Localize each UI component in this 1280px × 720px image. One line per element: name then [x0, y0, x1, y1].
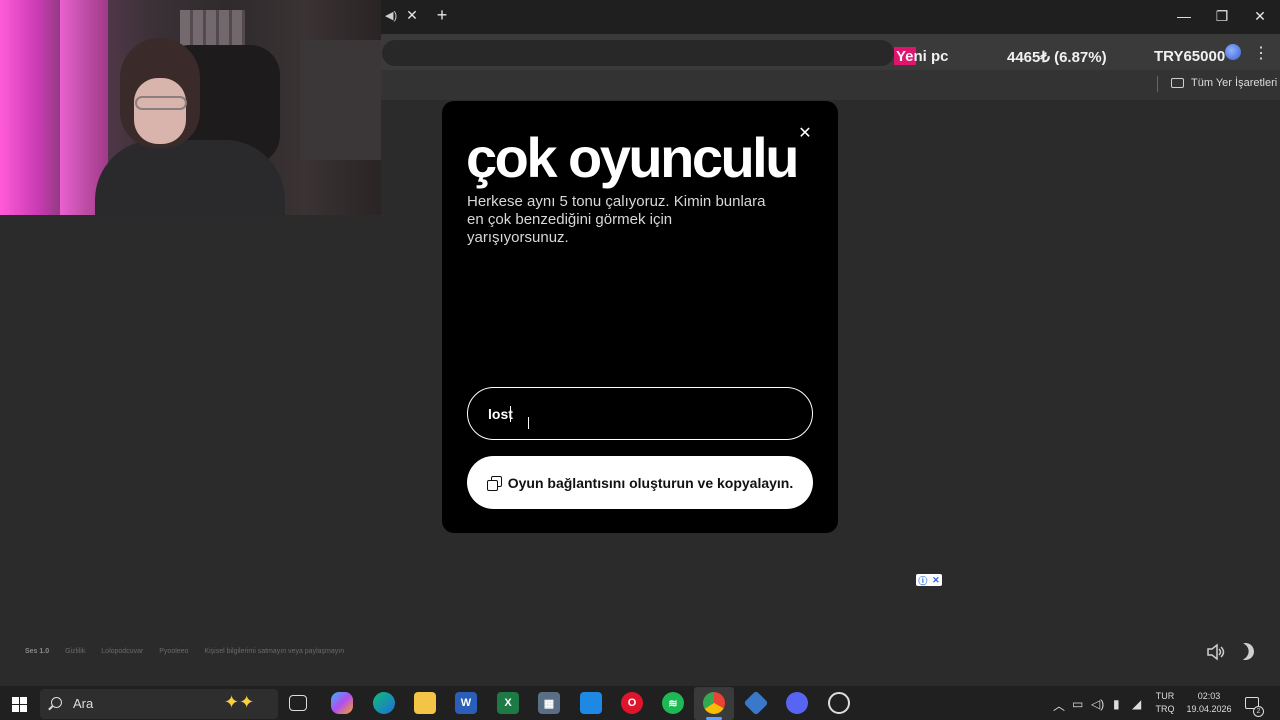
- create-button-label: Oyun bağlantısını oluşturun ve kopyalayı…: [507, 474, 794, 491]
- webcam-feed: [0, 0, 381, 215]
- battery-icon[interactable]: ▭: [1072, 697, 1083, 711]
- dark-mode-moon-icon[interactable]: [1235, 641, 1257, 663]
- webcam-person-body: [95, 140, 285, 215]
- modal-title: çok oyunculu: [466, 126, 799, 189]
- webcam-wall-photos: [180, 10, 245, 50]
- input-language[interactable]: TUR TRQ: [1155, 690, 1175, 716]
- donation-goal-label: Yeni pc: [896, 48, 949, 65]
- clock-date: 19.04.2026: [1186, 704, 1232, 714]
- footer-link[interactable]: Lolopodcuvar: [101, 648, 143, 655]
- microphone-icon[interactable]: ▮: [1113, 697, 1120, 711]
- tray-chevron-icon[interactable]: ︿: [1053, 697, 1065, 714]
- copilot-icon[interactable]: [331, 692, 353, 714]
- word-icon[interactable]: W: [455, 692, 477, 714]
- tab-audio-icon[interactable]: ◀): [385, 9, 399, 23]
- close-icon[interactable]: ✕: [796, 125, 814, 143]
- task-view-icon[interactable]: [289, 695, 307, 711]
- edge-icon[interactable]: [373, 692, 395, 714]
- footer-version: Ses 1.0: [25, 648, 50, 655]
- all-bookmarks-link[interactable]: Tüm Yer İşaretleri: [1191, 77, 1277, 89]
- language-bottom: TRQ: [1155, 704, 1175, 714]
- text-caret: [510, 406, 511, 422]
- taskbar-clock[interactable]: 02:03 19.04.2026: [1184, 690, 1234, 716]
- clock-time: 02:03: [1197, 691, 1221, 701]
- taskbar-search-label: Ara: [73, 696, 94, 711]
- chrome-icon[interactable]: [703, 692, 725, 714]
- ad-choices-icon[interactable]: ⓘ ✕: [916, 574, 942, 586]
- discord-icon[interactable]: [786, 692, 808, 714]
- modal-description: Herkese aynı 5 tonu çalıyoruz. Kimin bun…: [467, 193, 766, 246]
- more-menu-icon[interactable]: ⋮: [1252, 44, 1270, 64]
- webcam-person-face: [134, 78, 186, 144]
- tab-close-icon[interactable]: ✕: [404, 6, 420, 24]
- volume-icon[interactable]: ◁): [1091, 697, 1104, 711]
- create-and-copy-link-button[interactable]: Oyun bağlantısını oluşturun ve kopyalayı…: [467, 456, 813, 509]
- webcam-shelf: [300, 40, 381, 160]
- app-blue-icon[interactable]: [580, 692, 602, 714]
- speaker-icon[interactable]: [1205, 642, 1225, 662]
- new-tab-icon[interactable]: +: [433, 5, 451, 25]
- donation-progress-text: 4465₺ (6.87%): [1007, 49, 1107, 66]
- donation-goal-amount: TRY65000: [1154, 48, 1226, 65]
- excel-icon[interactable]: X: [497, 692, 519, 714]
- footer-link[interactable]: Pyooleeo: [159, 648, 188, 655]
- footer-link-privacy[interactable]: Gizlilik: [65, 648, 85, 655]
- spotify-icon[interactable]: ≋: [662, 692, 684, 714]
- mouse-ibeam-cursor: [528, 417, 532, 429]
- player-name-input[interactable]: [467, 387, 813, 440]
- windows-start-icon[interactable]: [12, 697, 27, 712]
- window-close-icon[interactable]: ✕: [1248, 5, 1272, 27]
- minimize-icon[interactable]: —: [1172, 5, 1196, 27]
- globe-icon: [1225, 44, 1241, 60]
- wifi-icon[interactable]: ◢: [1132, 697, 1141, 711]
- restore-icon[interactable]: ❐: [1210, 5, 1234, 27]
- record-app-icon[interactable]: [828, 692, 850, 714]
- language-top: TUR: [1155, 691, 1175, 701]
- bookmarks-divider: [1157, 76, 1158, 92]
- omnibox[interactable]: [382, 40, 894, 66]
- webcam-glasses: [135, 96, 187, 110]
- notification-count-badge: 2: [1253, 706, 1264, 717]
- calculator-icon[interactable]: ▦: [538, 692, 560, 714]
- copy-icon: [486, 476, 502, 491]
- sparkle-icon[interactable]: ✦✦: [224, 692, 254, 713]
- file-explorer-icon[interactable]: [414, 692, 436, 714]
- search-icon: [51, 697, 62, 708]
- opera-icon[interactable]: O: [621, 692, 643, 714]
- folder-icon[interactable]: [1171, 78, 1184, 88]
- footer-links: Ses 1.0 Gizlilik Lolopodcuvar Pyooleeo K…: [25, 648, 358, 655]
- footer-link-do-not-sell[interactable]: Kişisel bilgilerimi satmayın veya paylaş…: [204, 648, 344, 655]
